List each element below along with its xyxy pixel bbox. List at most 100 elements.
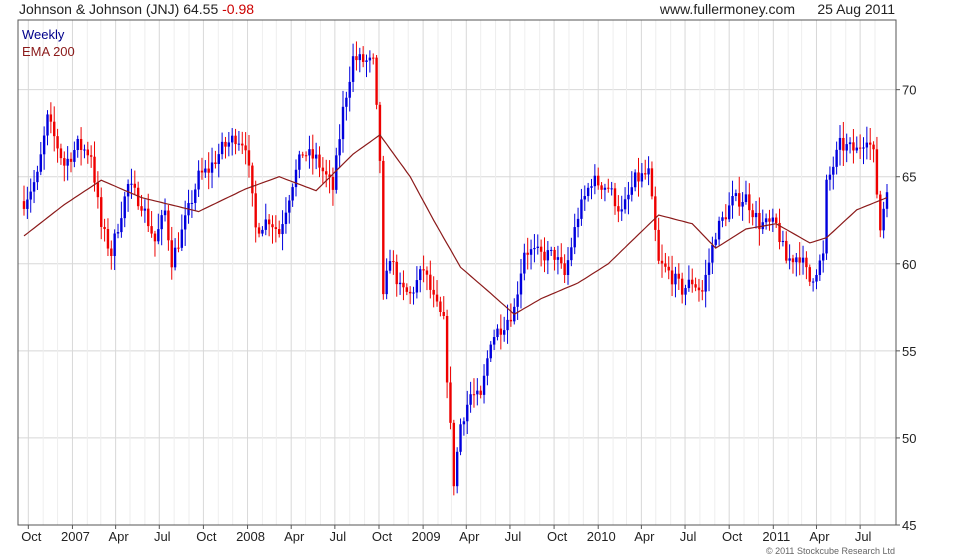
- x-tick-label: Apr: [109, 529, 130, 544]
- candle-body: [492, 337, 496, 345]
- candle-body: [573, 227, 576, 248]
- candle-body: [838, 137, 842, 150]
- candle-body: [721, 217, 724, 221]
- candle-body: [556, 257, 560, 260]
- candle-body: [126, 183, 130, 197]
- candle-body: [284, 212, 288, 225]
- candle-body: [479, 390, 482, 395]
- candle-body: [455, 451, 459, 487]
- candle-body: [586, 187, 590, 197]
- candle-body: [691, 279, 694, 285]
- candle-body: [828, 174, 832, 180]
- candle-body: [674, 273, 677, 285]
- candle-body: [482, 375, 486, 395]
- symbol-label: Johnson & Johnson (JNJ): [19, 1, 179, 17]
- legend-weekly: Weekly: [22, 27, 65, 42]
- candle-body: [872, 144, 875, 150]
- candle-body: [32, 182, 36, 192]
- x-tick-label: 2007: [61, 529, 90, 544]
- candle-body: [449, 382, 452, 423]
- candle-body: [466, 404, 469, 422]
- candle-body: [754, 212, 758, 218]
- candle-body: [526, 252, 529, 255]
- x-tick-label: Apr: [634, 529, 655, 544]
- candle-body: [308, 149, 311, 156]
- candle-body: [748, 194, 751, 211]
- candle-body: [147, 208, 150, 227]
- candle-body: [298, 154, 301, 170]
- candle-body: [489, 344, 492, 359]
- candle-body: [204, 168, 207, 173]
- candle-body: [214, 162, 217, 165]
- candle-body: [516, 294, 519, 307]
- candle-body: [294, 169, 298, 188]
- candle-body: [885, 192, 889, 209]
- candle-body: [499, 328, 503, 335]
- candle-body: [372, 57, 375, 59]
- candle-body: [170, 240, 173, 268]
- candle-body: [667, 266, 670, 271]
- candle-body: [553, 249, 556, 260]
- candle-body: [395, 261, 398, 285]
- y-tick-label: 70: [902, 83, 916, 98]
- candle-body: [110, 248, 113, 256]
- candle-body: [385, 270, 388, 295]
- candle-body: [744, 194, 748, 202]
- candle-body: [435, 294, 439, 302]
- candle-body: [267, 219, 271, 225]
- candle-body: [546, 250, 550, 261]
- candle-body: [805, 257, 808, 268]
- candle-body: [597, 175, 600, 186]
- chart-background: [0, 0, 980, 560]
- candle-body: [509, 319, 513, 322]
- candle-body: [301, 154, 304, 156]
- candle-body: [620, 209, 623, 212]
- candle-body: [788, 258, 791, 261]
- candle-body: [247, 150, 251, 166]
- candle-body: [697, 287, 701, 291]
- candle-body: [183, 215, 187, 230]
- candle-body: [869, 142, 872, 145]
- candle-body: [200, 170, 204, 173]
- candle-body: [832, 166, 835, 175]
- y-tick-label: 55: [902, 344, 916, 359]
- candle-body: [392, 261, 395, 263]
- x-tick-label: Oct: [547, 529, 568, 544]
- candle-body: [774, 217, 778, 223]
- candle-body: [180, 229, 184, 248]
- candle-body: [224, 141, 227, 147]
- candle-body: [610, 188, 613, 190]
- candle-body: [281, 224, 284, 235]
- x-tick-label: Oct: [196, 529, 217, 544]
- candle-body: [288, 200, 291, 213]
- candle-body: [338, 139, 341, 156]
- candle-body: [106, 229, 110, 249]
- candle-body: [254, 193, 257, 228]
- x-tick-label: Jul: [855, 529, 872, 544]
- candle-body: [734, 193, 738, 197]
- candle-body: [76, 138, 79, 151]
- y-tick-label: 60: [902, 257, 916, 272]
- candle-body: [365, 60, 368, 62]
- candle-body: [36, 171, 39, 183]
- candle-body: [100, 197, 103, 227]
- candle-body: [848, 142, 852, 145]
- candle-body: [425, 270, 429, 275]
- candle-body: [335, 155, 338, 190]
- candle-body: [570, 247, 573, 261]
- candle-body: [808, 267, 811, 282]
- candle-body: [496, 328, 499, 338]
- candle-body: [207, 168, 210, 173]
- candle-body: [607, 187, 610, 189]
- price-chart: Johnson & Johnson (JNJ) 64.55 -0.98 www.…: [0, 0, 980, 560]
- candle-body: [714, 239, 717, 245]
- y-tick-label: 65: [902, 170, 916, 185]
- candle-body: [506, 319, 509, 331]
- candle-body: [617, 206, 620, 212]
- candle-body: [862, 147, 865, 149]
- candle-body: [738, 193, 741, 207]
- candle-body: [550, 249, 553, 251]
- candle-body: [402, 282, 405, 288]
- candle-body: [543, 251, 546, 261]
- candle-body: [560, 257, 563, 264]
